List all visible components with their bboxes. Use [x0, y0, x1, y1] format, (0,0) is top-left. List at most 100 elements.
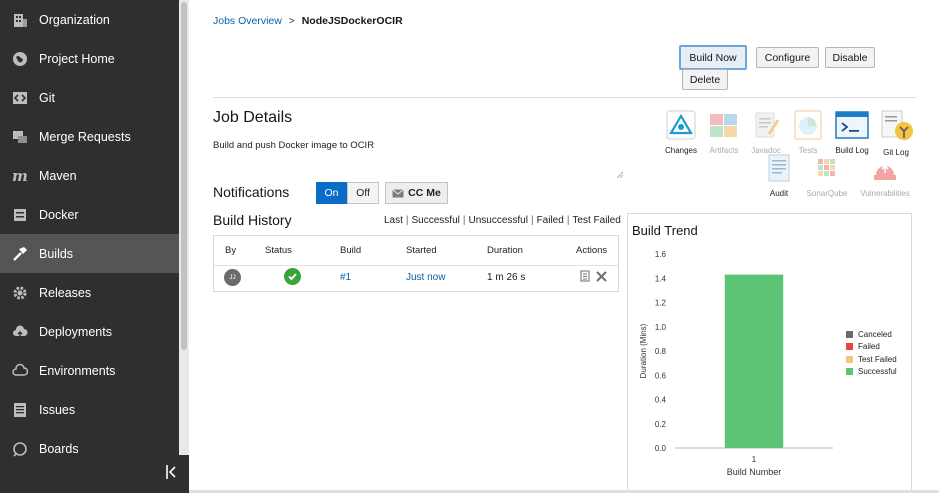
x-axis-title: Build Number: [727, 467, 782, 477]
filter-successful[interactable]: Successful: [412, 215, 460, 226]
delete-button[interactable]: Delete: [682, 69, 728, 90]
cloud-icon: [11, 362, 29, 380]
column-header-build: Build: [340, 245, 362, 256]
cloud-upload-icon: [11, 323, 29, 341]
legend-item-canceled: Canceled: [846, 328, 897, 341]
legend-label: Successful: [858, 367, 897, 377]
column-header-actions: Actions: [576, 245, 608, 256]
build-history-filters: Last | Successful | Unsuccessful | Failed | Test…: [384, 215, 621, 226]
sonarqube-tile: SonarQube: [807, 153, 847, 198]
y-tick-label: 1.0: [655, 323, 667, 332]
vulnerabilities-tile: Vulnerabilities: [860, 153, 910, 198]
build-log-tile[interactable]: Build Log: [832, 110, 872, 155]
sidebar-item-issues[interactable]: Issues: [0, 390, 179, 429]
y-tick-label: 0.2: [655, 420, 667, 429]
build-now-button[interactable]: Build Now: [679, 45, 747, 70]
legend-swatch: [846, 343, 853, 351]
scrollbar-thumb[interactable]: [181, 2, 187, 350]
view-log-icon[interactable]: [580, 269, 590, 287]
legend-swatch: [846, 330, 853, 338]
filter-failed[interactable]: Failed: [537, 215, 564, 226]
legend-swatch: [846, 368, 853, 376]
sidebar-scrollbar[interactable]: [179, 0, 189, 455]
docker-icon: [11, 206, 29, 224]
notifications-on-toggle[interactable]: On: [316, 182, 347, 204]
merge-icon: [11, 128, 29, 146]
legend-label: Test Failed: [858, 354, 897, 364]
y-tick-label: 1.4: [655, 274, 667, 283]
audit-tile[interactable]: Audit: [759, 153, 799, 198]
filter-last[interactable]: Last: [384, 215, 403, 226]
sidebar-item-label: Environments: [39, 363, 116, 378]
chart-legend: Canceled Failed Test Failed Successful: [846, 328, 897, 378]
sidebar-item-docker[interactable]: Docker: [0, 195, 179, 234]
delete-build-icon[interactable]: [596, 269, 607, 287]
sidebar-item-project-home[interactable]: Project Home: [0, 39, 179, 78]
javadoc-tile: Javadoc: [746, 110, 786, 155]
sidebar-item-label: Organization: [39, 12, 110, 27]
sidebar-item-label: Deployments: [39, 324, 112, 339]
column-header-duration: Duration: [487, 245, 523, 256]
git-log-icon: [879, 110, 913, 147]
changes-tile[interactable]: Changes: [661, 110, 701, 155]
duration-value: 1 m 26 s: [487, 272, 526, 283]
avatar: JJ: [224, 269, 241, 286]
boards-icon: [11, 440, 29, 458]
globe-icon: [11, 50, 29, 68]
sidebar-item-merge-requests[interactable]: Merge Requests: [0, 117, 179, 156]
git-log-tile[interactable]: Git Log: [876, 110, 916, 157]
sidebar-item-maven[interactable]: m Maven: [0, 156, 179, 195]
legend-label: Canceled: [858, 329, 892, 339]
configure-button[interactable]: Configure: [756, 47, 819, 68]
y-tick-label: 0.6: [655, 371, 667, 380]
legend-item-test-failed: Test Failed: [846, 353, 897, 366]
tests-tile: Tests: [788, 110, 828, 155]
breadcrumb-separator: >: [288, 15, 295, 27]
sidebar-item-builds[interactable]: Builds: [0, 234, 179, 273]
notifications-title: Notifications: [213, 184, 290, 200]
legend-label: Failed: [858, 342, 880, 352]
success-check-icon: [284, 268, 301, 285]
y-tick-label: 0.0: [655, 444, 667, 453]
cc-me-button[interactable]: CC Me: [385, 182, 448, 204]
notifications-off-toggle[interactable]: Off: [347, 182, 379, 204]
sidebar-item-label: Maven: [39, 168, 77, 183]
cc-me-label: CC Me: [408, 187, 441, 199]
y-tick-label: 1.6: [655, 250, 667, 259]
sidebar-item-label: Issues: [39, 402, 76, 417]
tile-label: Vulnerabilities: [860, 189, 910, 198]
build-number-link[interactable]: #1: [340, 272, 351, 283]
sidebar-item-label: Docker: [39, 207, 79, 222]
y-tick-label: 0.4: [655, 396, 667, 405]
svg-text:m: m: [12, 168, 28, 184]
filter-unsuccessful[interactable]: Unsuccessful: [468, 215, 527, 226]
column-header-status: Status: [265, 245, 292, 256]
sidebar-item-label: Project Home: [39, 51, 115, 66]
sidebar-item-environments[interactable]: Environments: [0, 351, 179, 390]
build-history-title: Build History: [213, 212, 292, 228]
disable-button[interactable]: Disable: [825, 47, 875, 68]
legend-swatch: [846, 355, 853, 363]
sidebar-item-releases[interactable]: Releases: [0, 273, 179, 312]
y-axis-title: Duration (Mins): [639, 323, 648, 378]
sidebar-item-label: Boards: [39, 441, 79, 456]
sidebar-item-label: Git: [39, 90, 55, 105]
collapse-sidebar-button[interactable]: [152, 455, 189, 493]
sidebar-item-label: Merge Requests: [39, 129, 131, 144]
sidebar-item-organization[interactable]: Organization: [0, 0, 179, 39]
building-icon: [11, 11, 29, 29]
sidebar: Organization Project Home Git Merge Requ…: [0, 0, 179, 493]
tile-label: Audit: [769, 189, 789, 198]
filter-test-failed[interactable]: Test Failed: [572, 215, 620, 226]
sidebar-item-deployments[interactable]: Deployments: [0, 312, 179, 351]
legend-item-failed: Failed: [846, 341, 897, 354]
breadcrumb-jobs-overview[interactable]: Jobs Overview: [213, 15, 282, 27]
y-tick-label: 1.2: [655, 299, 667, 308]
filter-separator: |: [530, 215, 534, 226]
sonarqube-icon: [813, 153, 841, 188]
resize-handle-icon[interactable]: [616, 166, 624, 179]
sidebar-item-git[interactable]: Git: [0, 78, 179, 117]
divider: [213, 97, 916, 98]
started-link[interactable]: Just now: [406, 272, 445, 283]
tests-icon: [793, 110, 823, 145]
